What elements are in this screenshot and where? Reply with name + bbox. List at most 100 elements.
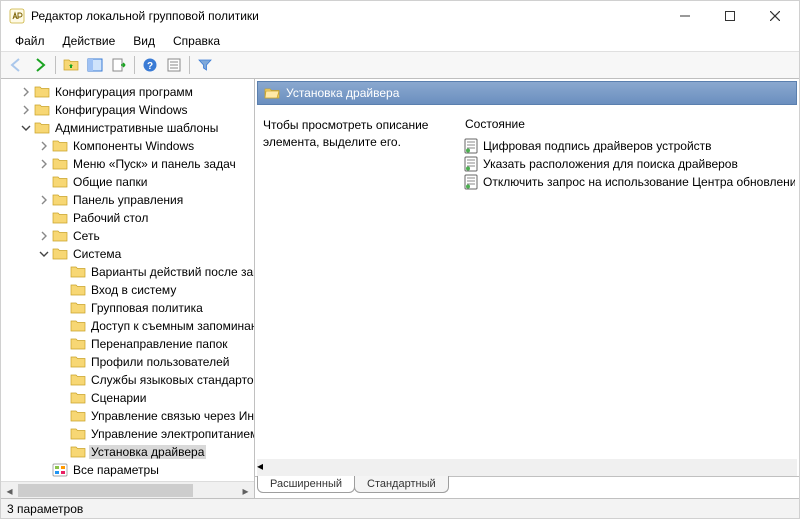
menu-view[interactable]: Вид: [125, 32, 163, 50]
tree-node-label: Вход в систему: [89, 283, 178, 297]
tree-node-label: Варианты действий после завершения: [89, 265, 254, 279]
folder-icon: [52, 192, 68, 208]
tree-node[interactable]: Сценарии: [1, 389, 254, 407]
tree-node[interactable]: Административные шаблоны: [1, 119, 254, 137]
tree-node[interactable]: Доступ к съемным запоминающим: [1, 317, 254, 335]
panel-icon: [87, 57, 103, 73]
setting-item[interactable]: Цифровая подпись драйверов устройств: [463, 137, 795, 155]
tree-node[interactable]: Система: [1, 245, 254, 263]
tree-pane: Конфигурация программ Конфигурация Window…: [1, 79, 255, 498]
tree-node[interactable]: Меню «Пуск» и панель задач: [1, 155, 254, 173]
setting-item[interactable]: Отключить запрос на использование Центра…: [463, 173, 795, 191]
setting-label: Указать расположения для поиска драйверо…: [483, 157, 738, 171]
properties-button[interactable]: [163, 54, 185, 76]
help-button[interactable]: ?: [139, 54, 161, 76]
tree-node[interactable]: Установка драйвера: [1, 443, 254, 461]
help-icon: ?: [142, 57, 158, 73]
menu-help[interactable]: Справка: [165, 32, 228, 50]
folder-icon: [70, 336, 86, 352]
folder-icon: [70, 282, 86, 298]
right-body: Чтобы просмотреть описание элемента, выд…: [255, 107, 799, 459]
export-list-button[interactable]: [108, 54, 130, 76]
policy-icon: [463, 174, 479, 190]
settings-column-header[interactable]: Состояние: [463, 113, 795, 137]
folder-icon: [52, 246, 68, 262]
tree-node[interactable]: Рабочий стол: [1, 209, 254, 227]
chevron-right-icon[interactable]: [37, 157, 51, 171]
scroll-thumb[interactable]: [18, 484, 193, 497]
tree-node-label: Рабочий стол: [71, 211, 150, 225]
chevron-down-icon[interactable]: [19, 121, 33, 135]
tree-node[interactable]: Службы языковых стандартов: [1, 371, 254, 389]
tree-node-label: Установка драйвера: [89, 445, 206, 459]
folder-icon: [34, 84, 50, 100]
tree-node-label: Конфигурация программ: [53, 85, 195, 99]
scroll-left-arrow[interactable]: ◂: [1, 482, 18, 498]
folder-icon: [70, 426, 86, 442]
arrow-left-icon: [8, 57, 24, 73]
folder-icon: [70, 444, 86, 460]
back-button[interactable]: [5, 54, 27, 76]
chevron-down-icon[interactable]: [37, 247, 51, 261]
show-hide-tree-button[interactable]: [84, 54, 106, 76]
minimize-button[interactable]: [662, 2, 707, 30]
properties-icon: [166, 57, 182, 73]
chevron-right-icon[interactable]: [37, 139, 51, 153]
tree-node[interactable]: Варианты действий после завершения: [1, 263, 254, 281]
maximize-button[interactable]: [707, 2, 752, 30]
tree-node[interactable]: Управление электропитанием: [1, 425, 254, 443]
app-icon: [9, 8, 25, 24]
folder-icon: [52, 138, 68, 154]
tree-node[interactable]: Групповая политика: [1, 299, 254, 317]
folder-icon: [70, 408, 86, 424]
chevron-right-icon[interactable]: [19, 85, 33, 99]
tree-node[interactable]: Конфигурация программ: [1, 83, 254, 101]
close-button[interactable]: [752, 2, 797, 30]
all-settings-icon: [52, 462, 68, 478]
tree-node-label: Система: [71, 247, 123, 261]
tab-standard[interactable]: Стандартный: [354, 476, 449, 493]
chevron-right-icon[interactable]: [37, 229, 51, 243]
statusbar-text: 3 параметров: [7, 502, 83, 516]
tree[interactable]: Конфигурация программ Конфигурация Window…: [1, 83, 254, 481]
tree-hscrollbar[interactable]: ◂ ▸: [1, 481, 254, 498]
chevron-right-icon[interactable]: [19, 103, 33, 117]
description-column: Чтобы просмотреть описание элемента, выд…: [263, 113, 463, 459]
tree-node[interactable]: Конфигурация Windows: [1, 101, 254, 119]
tree-node-label: Управление связью через Интернет: [89, 409, 254, 423]
forward-button[interactable]: [29, 54, 51, 76]
tree-node[interactable]: Панель управления: [1, 191, 254, 209]
menu-file[interactable]: Файл: [7, 32, 53, 50]
up-level-button[interactable]: [60, 54, 82, 76]
tree-node[interactable]: Профили пользователей: [1, 353, 254, 371]
tree-node[interactable]: Общие папки: [1, 173, 254, 191]
tree-node-label: Общие папки: [71, 175, 149, 189]
tree-node[interactable]: Вход в систему: [1, 281, 254, 299]
tree-node-label: Групповая политика: [89, 301, 205, 315]
folder-icon: [34, 120, 50, 136]
tree-node[interactable]: Все параметры: [1, 461, 254, 479]
folder-icon: [52, 210, 68, 226]
menu-action[interactable]: Действие: [55, 32, 124, 50]
setting-item[interactable]: Указать расположения для поиска драйверо…: [463, 155, 795, 173]
tree-node-label: Доступ к съемным запоминающим: [89, 319, 254, 333]
setting-label: Отключить запрос на использование Центра…: [483, 175, 795, 189]
scroll-left-arrow[interactable]: ◂: [257, 459, 797, 473]
folder-icon: [70, 300, 86, 316]
tree-node[interactable]: Сеть: [1, 227, 254, 245]
filter-button[interactable]: [194, 54, 216, 76]
folder-open-icon: [264, 85, 280, 101]
tree-node-label: Конфигурация Windows: [53, 103, 190, 117]
folder-icon: [70, 372, 86, 388]
chevron-right-icon[interactable]: [37, 193, 51, 207]
toolbar-separator: [55, 56, 56, 74]
scroll-right-arrow[interactable]: ▸: [237, 482, 254, 498]
tree-node[interactable]: Управление связью через Интернет: [1, 407, 254, 425]
tree-node[interactable]: Компоненты Windows: [1, 137, 254, 155]
tab-extended[interactable]: Расширенный: [257, 476, 355, 493]
right-hscrollbar[interactable]: ◂ ▸: [257, 459, 797, 476]
folder-icon: [70, 318, 86, 334]
tree-node[interactable]: Перенаправление папок: [1, 335, 254, 353]
tree-node-label: Службы языковых стандартов: [89, 373, 254, 387]
svg-text:?: ?: [147, 61, 153, 72]
